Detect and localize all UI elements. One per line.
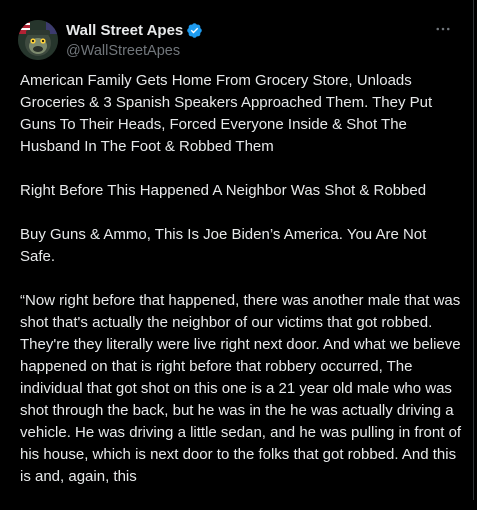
more-dots-icon [436,27,450,31]
tweet-text: American Family Gets Home From Grocery S… [20,70,465,510]
ape-avatar-icon[interactable] [18,20,58,60]
handle[interactable]: @WallStreetApes [66,43,203,59]
tweet-paragraph: Right Before This Happened A Neighbor Wa… [20,182,427,199]
display-name-row: Wall Street Apes [66,21,203,40]
author-names: Wall Street Apes @WallStreetApes [66,21,203,59]
tweet-paragraph: Buy Guns & Ammo, This Is Joe Biden’s Ame… [20,226,427,265]
tweet-header: Wall Street Apes @WallStreetApes [18,18,455,60]
tweet-card: Wall Street Apes @WallStreetApes America… [0,0,474,500]
display-name[interactable]: Wall Street Apes [66,22,183,39]
verified-badge-icon[interactable] [186,22,203,39]
more-options-button[interactable] [429,18,457,40]
tweet-paragraph: American Family Gets Home From Grocery S… [20,72,433,155]
tweet-paragraph: “Now right before that happened, there w… [20,292,462,485]
